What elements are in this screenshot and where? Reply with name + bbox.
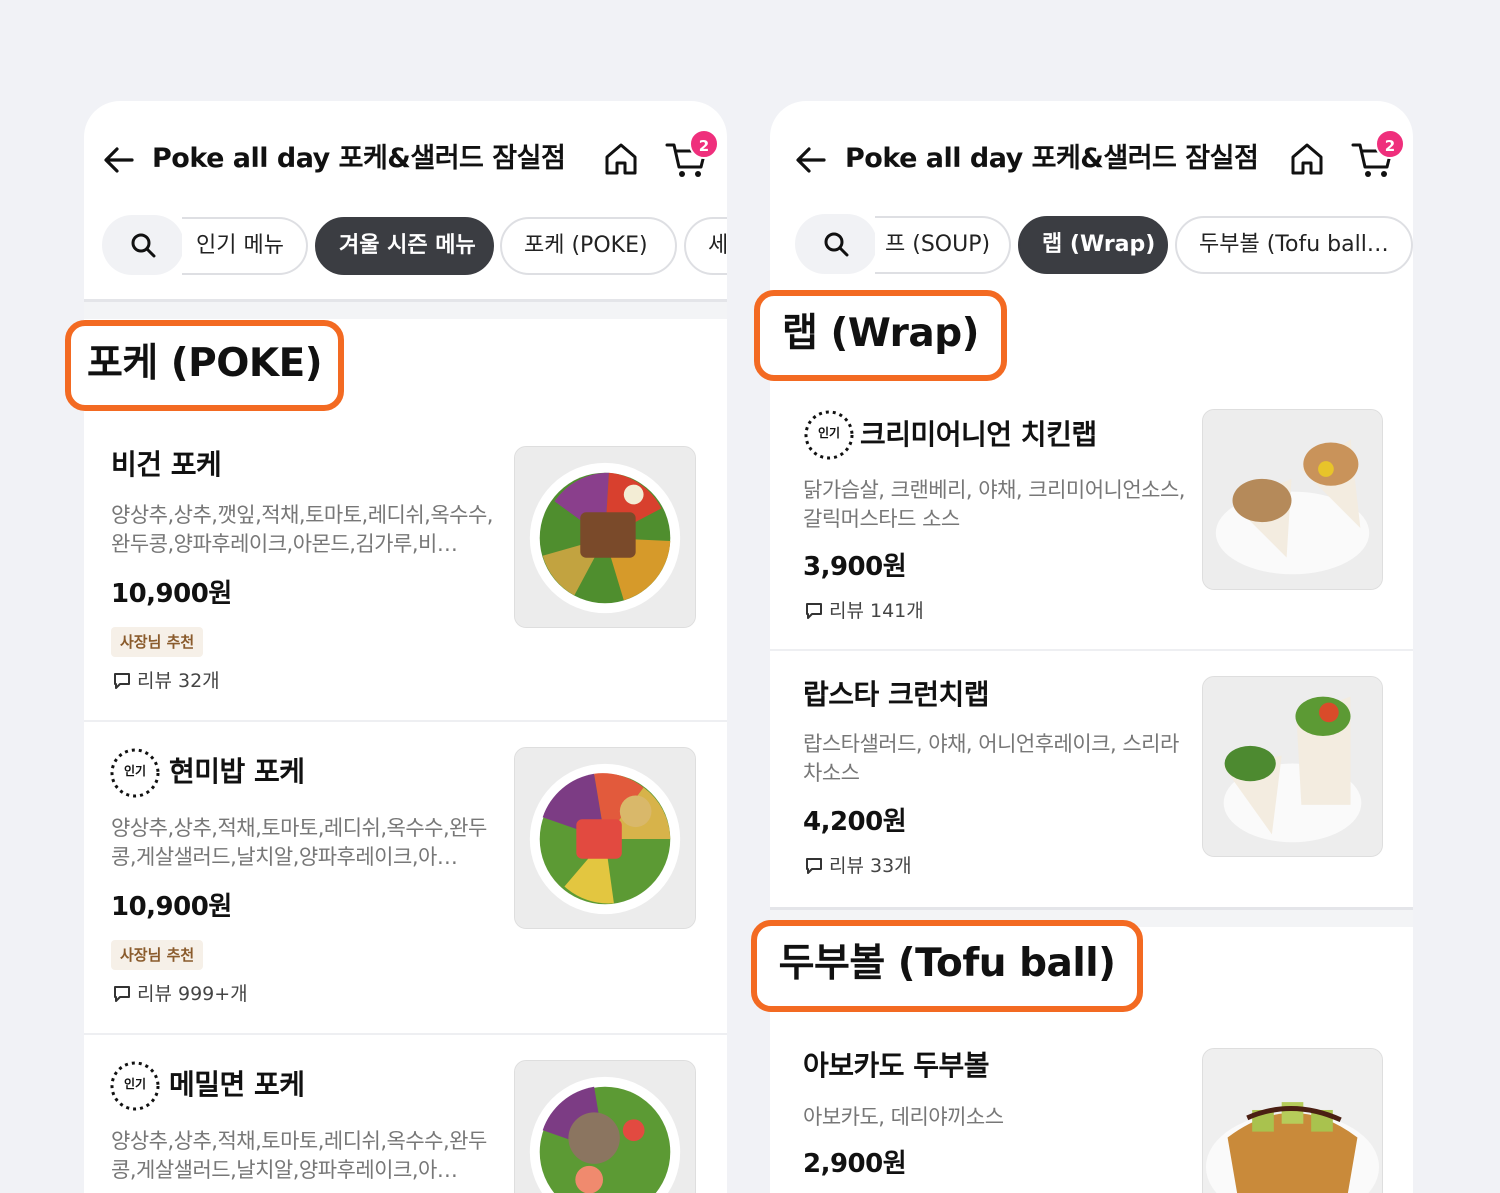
popular-badge-icon: 인기 (109, 1060, 161, 1112)
item-separator (84, 720, 727, 722)
review-count: 리뷰 32개 (113, 668, 220, 694)
home-icon[interactable] (1287, 139, 1327, 179)
store-title: Poke all day 포케&샐러드 잠실점 (152, 143, 566, 174)
item-price: 2,900원 (803, 1149, 907, 1179)
app-header: Poke all day 포케&샐러드 잠실점 2 (770, 101, 1413, 216)
item-price: 10,900원 (111, 579, 232, 609)
chip-winter-season[interactable]: 겨울 시즌 메뉴 (315, 217, 494, 275)
category-chip-bar: 프 (SOUP) 랩 (Wrap) 두부볼 (Tofu ball… (795, 214, 1413, 278)
search-icon (131, 233, 156, 258)
chip-set[interactable]: 세 (684, 217, 727, 275)
back-arrow-icon[interactable] (794, 143, 828, 177)
item-name: 아보카도 두부볼 (803, 1049, 990, 1082)
item-name: 메밀면 포케 (169, 1068, 305, 1101)
item-description: 닭가슴살, 크랜베리, 야채, 크리미어니언소스, 갈릭머스타드 소스 (803, 478, 1186, 531)
owner-recommend-badge: 사장님 추천 (111, 627, 204, 657)
item-name: 크리미어니언 치킨랩 (860, 418, 1097, 451)
item-price: 4,200원 (803, 807, 907, 837)
wrap-image (1202, 676, 1383, 857)
section-label-poke: 포케 (POKE) (65, 320, 344, 411)
back-arrow-icon[interactable] (102, 143, 136, 177)
phone-screen-left: Poke all day 포케&샐러드 잠실점 2 인기 메뉴 겨울 시즌 메뉴… (84, 101, 727, 1193)
popular-badge-icon: 인기 (803, 409, 855, 461)
store-title: Poke all day 포케&샐러드 잠실점 (845, 143, 1259, 174)
section-label-wrap: 랩 (Wrap) (754, 290, 1007, 381)
item-price: 3,900원 (803, 552, 907, 582)
item-description: 양상추,상추,적채,토마토,레디쉬,옥수수,완두콩,게살샐러드,날치알,양파후레… (111, 816, 487, 869)
item-name: 비건 포케 (111, 448, 222, 481)
search-button[interactable] (102, 215, 184, 275)
owner-recommend-badge: 사장님 추천 (111, 940, 204, 970)
item-description: 랍스타샐러드, 야채, 어니언후레이크, 스리라차소스 (803, 732, 1179, 785)
search-icon (824, 232, 849, 257)
poke-bowl-image (514, 446, 696, 628)
item-separator (84, 1033, 727, 1035)
cart-count-badge: 2 (1375, 129, 1405, 159)
chip-tofu-ball[interactable]: 두부볼 (Tofu ball… (1175, 216, 1413, 274)
item-description: 양상추,상추,깻잎,적채,토마토,레디쉬,옥수수,완두콩,양파후레이크,아몬드,… (111, 503, 494, 556)
review-count: 리뷰 33개 (805, 853, 912, 879)
poke-bowl-image (514, 747, 696, 929)
popular-badge-text: 인기 (123, 1077, 147, 1091)
app-header: Poke all day 포케&샐러드 잠실점 2 (84, 101, 727, 216)
chip-popular-menu[interactable]: 인기 메뉴 (182, 217, 308, 275)
popular-badge-text: 인기 (123, 764, 147, 778)
section-divider (84, 299, 727, 319)
review-count-text: 리뷰 32개 (137, 670, 220, 692)
item-description: 아보카도, 데리야끼소스 (803, 1105, 1004, 1129)
wrap-image (1202, 409, 1383, 590)
review-count-text: 리뷰 141개 (829, 600, 924, 622)
item-separator (770, 649, 1413, 651)
comment-icon (806, 603, 822, 619)
comment-icon (114, 673, 130, 689)
tofu-ball-image (1202, 1048, 1383, 1193)
item-name: 랍스타 크런치랩 (803, 678, 990, 711)
item-price: 10,900원 (111, 892, 232, 922)
cart-count-badge: 2 (689, 129, 719, 159)
popular-badge-text: 인기 (817, 426, 841, 440)
review-count: 리뷰 999+개 (113, 981, 248, 1007)
chip-soup[interactable]: 프 (SOUP) (875, 216, 1011, 274)
phone-screen-right: Poke all day 포케&샐러드 잠실점 2 프 (SOUP) 랩 (Wr… (770, 101, 1413, 1193)
review-count-text: 리뷰 33개 (829, 855, 912, 877)
section-label-tofu-ball: 두부볼 (Tofu ball) (751, 920, 1143, 1012)
poke-bowl-image (514, 1060, 696, 1193)
item-name: 현미밥 포케 (169, 755, 305, 788)
popular-badge-icon: 인기 (109, 747, 161, 799)
comment-icon (806, 858, 822, 874)
home-icon[interactable] (601, 139, 641, 179)
review-count: 리뷰 141개 (805, 598, 924, 624)
search-button[interactable] (795, 214, 877, 274)
review-count-text: 리뷰 999+개 (137, 983, 248, 1005)
chip-wrap[interactable]: 랩 (Wrap) (1018, 216, 1168, 274)
chip-poke[interactable]: 포케 (POKE) (500, 217, 677, 275)
item-description: 양상추,상추,적채,토마토,레디쉬,옥수수,완두콩,게살샐러드,날치알,양파후레… (111, 1129, 487, 1182)
category-chip-bar: 인기 메뉴 겨울 시즌 메뉴 포케 (POKE) 세 (102, 215, 727, 279)
comment-icon (114, 986, 130, 1002)
